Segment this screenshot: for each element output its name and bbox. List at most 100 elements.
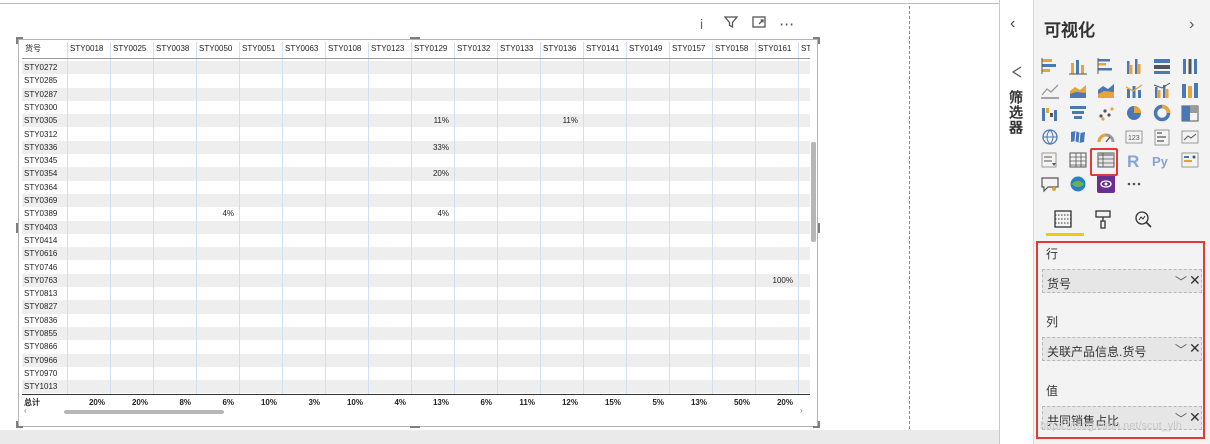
- row-label[interactable]: STY0285: [24, 74, 57, 87]
- analytics-magnifier-icon[interactable]: [1131, 208, 1155, 232]
- resize-handle[interactable]: [818, 223, 820, 233]
- stacked-column-icon[interactable]: [1068, 57, 1088, 75]
- scroll-right-icon[interactable]: ›: [800, 406, 803, 415]
- area-chart-icon[interactable]: [1068, 81, 1088, 99]
- row-label[interactable]: STY0364: [24, 181, 57, 194]
- more-visuals-icon[interactable]: [1124, 175, 1144, 193]
- cell-value[interactable]: 11%: [413, 114, 449, 127]
- horizontal-scrollbar[interactable]: ‹ ›: [22, 406, 810, 416]
- custom-visual-icon[interactable]: [1096, 174, 1116, 193]
- cell-value[interactable]: 4%: [413, 207, 449, 220]
- table-row[interactable]: STY0287: [22, 87, 810, 101]
- row-label[interactable]: STY0970: [24, 367, 57, 380]
- total-value[interactable]: 12%: [542, 396, 578, 408]
- row-label[interactable]: STY0312: [24, 128, 57, 141]
- table-row[interactable]: STY0312: [22, 128, 810, 141]
- format-paint-roller-icon[interactable]: [1091, 208, 1115, 232]
- row-label[interactable]: STY0300: [24, 101, 57, 114]
- row-label[interactable]: STY0369: [24, 194, 57, 207]
- line-column-icon[interactable]: [1124, 81, 1144, 99]
- row-label[interactable]: STY0403: [24, 221, 57, 234]
- row-label[interactable]: STY0389: [24, 207, 57, 220]
- table-row[interactable]: STY0345: [22, 154, 810, 167]
- total-value[interactable]: 11%: [499, 396, 535, 408]
- row-label[interactable]: STY0287: [24, 88, 57, 101]
- filter-icon[interactable]: [723, 14, 739, 34]
- clustered-bar-icon[interactable]: [1096, 57, 1116, 75]
- row-label[interactable]: STY0336: [24, 141, 57, 154]
- column-header[interactable]: STY0136: [540, 42, 583, 58]
- table-row[interactable]: STY0389 4% 4%: [22, 207, 810, 220]
- remove-field-icon[interactable]: ✕: [1189, 409, 1201, 426]
- table-row[interactable]: STY0305 11% 11%: [22, 114, 810, 128]
- column-header[interactable]: STY0161: [755, 42, 798, 58]
- total-value[interactable]: 3%: [284, 396, 320, 408]
- total-value[interactable]: 13%: [413, 396, 449, 408]
- horizontal-scroll-thumb[interactable]: [64, 410, 224, 414]
- vertical-scrollbar[interactable]: [810, 42, 817, 408]
- table-row[interactable]: STY0354 20%: [22, 167, 810, 181]
- total-value[interactable]: 5%: [628, 396, 664, 408]
- cell-value[interactable]: 4%: [198, 207, 234, 220]
- resize-handle[interactable]: [16, 421, 18, 428]
- table-row[interactable]: STY0300: [22, 101, 810, 114]
- total-value[interactable]: 10%: [327, 396, 363, 408]
- table-row[interactable]: STY0616: [22, 247, 810, 261]
- 100-stacked-column-icon[interactable]: [1180, 57, 1200, 75]
- arcgis-icon[interactable]: [1068, 175, 1088, 193]
- line-chart-icon[interactable]: [1040, 81, 1060, 99]
- total-value[interactable]: 20%: [112, 396, 148, 408]
- resize-handle[interactable]: [818, 37, 820, 44]
- table-row[interactable]: STY0414: [22, 234, 810, 247]
- stacked-bar-icon[interactable]: [1040, 57, 1060, 75]
- row-label[interactable]: STY0813: [24, 287, 57, 300]
- row-label[interactable]: STY0616: [24, 247, 57, 260]
- table-row[interactable]: STY0966: [22, 353, 810, 367]
- scatter-icon[interactable]: [1096, 104, 1116, 122]
- 100-stacked-bar-icon[interactable]: [1152, 57, 1172, 75]
- table-row[interactable]: STY0272: [22, 61, 810, 75]
- total-value[interactable]: 4%: [370, 396, 406, 408]
- slicer-icon[interactable]: [1040, 151, 1060, 169]
- total-value[interactable]: 50%: [714, 396, 750, 408]
- vertical-scroll-thumb[interactable]: [811, 142, 816, 242]
- scroll-left-icon[interactable]: ‹: [24, 406, 27, 415]
- cell-value[interactable]: 11%: [542, 114, 578, 127]
- column-header[interactable]: STY0018: [67, 42, 110, 58]
- table-icon[interactable]: [1068, 151, 1088, 169]
- card-icon[interactable]: 123: [1124, 128, 1144, 146]
- filters-pane-collapsed[interactable]: ‹ 筛选器: [1000, 0, 1033, 444]
- total-value[interactable]: 20%: [69, 396, 105, 408]
- total-value[interactable]: 6%: [456, 396, 492, 408]
- row-header-label[interactable]: 货号: [22, 42, 67, 58]
- resize-handle[interactable]: [818, 421, 820, 428]
- column-header[interactable]: STY0108: [325, 42, 368, 58]
- filled-map-icon[interactable]: [1068, 128, 1088, 146]
- resize-handle[interactable]: [410, 37, 420, 39]
- total-value[interactable]: 6%: [198, 396, 234, 408]
- resize-handle[interactable]: [16, 223, 18, 233]
- chevron-right-icon[interactable]: ›: [1189, 16, 1194, 34]
- rows-field-chip[interactable]: 货号 ﹀ ✕: [1042, 269, 1202, 293]
- stacked-area-icon[interactable]: [1096, 81, 1116, 99]
- row-label[interactable]: STY0827: [24, 300, 57, 313]
- treemap-icon[interactable]: [1180, 104, 1200, 122]
- table-row[interactable]: STY0813: [22, 287, 810, 300]
- info-icon[interactable]: i: [700, 16, 703, 32]
- waterfall-icon[interactable]: [1040, 104, 1060, 122]
- column-header[interactable]: STY0063: [282, 42, 325, 58]
- chevron-left-icon[interactable]: ‹: [1010, 15, 1015, 33]
- remove-field-icon[interactable]: ✕: [1189, 340, 1201, 357]
- table-row[interactable]: STY0285: [22, 74, 810, 87]
- more-options-icon[interactable]: ⋯: [779, 15, 794, 33]
- map-icon[interactable]: [1040, 128, 1060, 146]
- fields-tab-icon[interactable]: [1051, 208, 1075, 232]
- qa-icon[interactable]: [1040, 175, 1060, 193]
- chevron-down-icon[interactable]: ﹀: [1175, 341, 1187, 358]
- column-header[interactable]: STY0051: [239, 42, 282, 58]
- total-value[interactable]: 10%: [241, 396, 277, 408]
- table-row[interactable]: STY0369: [22, 194, 810, 208]
- column-header[interactable]: STY0123: [368, 42, 411, 58]
- row-label[interactable]: STY0966: [24, 354, 57, 367]
- table-row[interactable]: STY1013: [22, 380, 810, 394]
